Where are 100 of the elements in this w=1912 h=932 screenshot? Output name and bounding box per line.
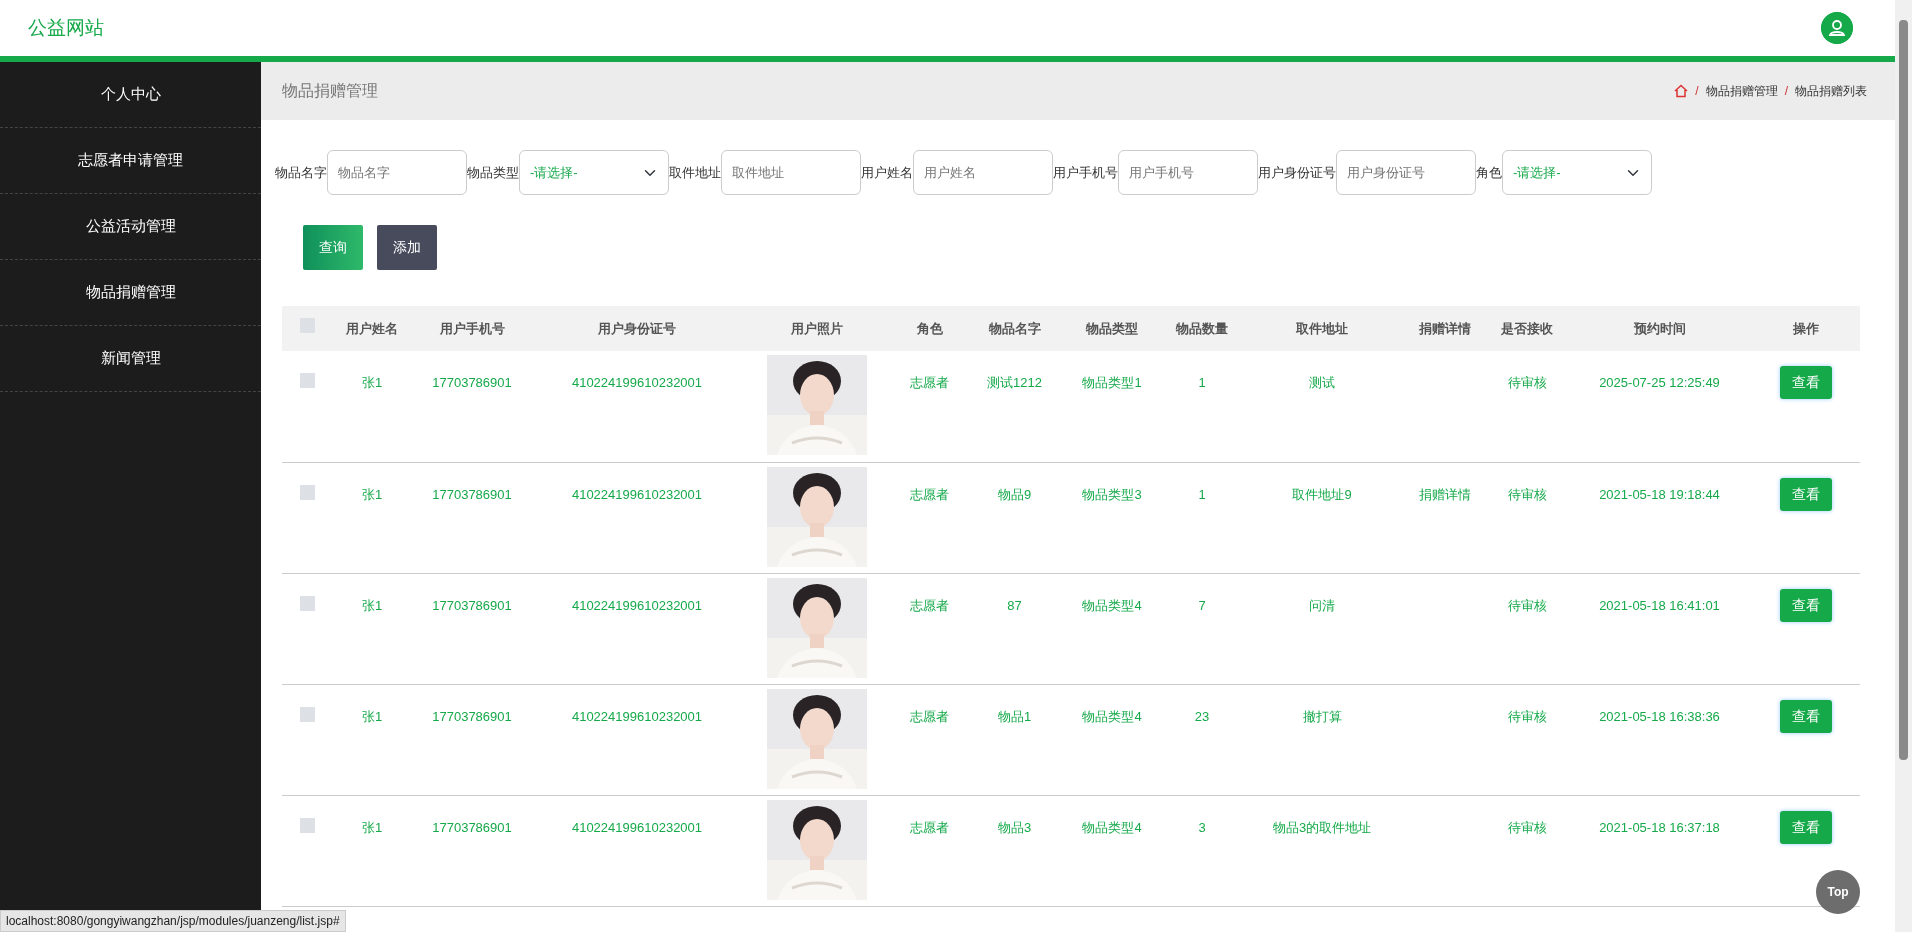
breadcrumb-separator: / — [1695, 83, 1699, 100]
table-cell: 410224199610232001 — [571, 375, 703, 390]
site-brand[interactable]: 公益网站 — [28, 13, 104, 43]
table-cell: 2021-05-18 16:37:18 — [1599, 819, 1720, 835]
input-field[interactable]: 取件地址 — [721, 150, 861, 195]
table-cell: 测试1212 — [987, 375, 1042, 390]
sidebar-item[interactable]: 物品捐赠管理 — [0, 260, 261, 326]
column-header: 物品名字 — [988, 320, 1041, 336]
table-cell: 物品类型4 — [1082, 819, 1142, 835]
table-cell: 取件地址9 — [1292, 486, 1352, 502]
table-cell: 17703786901 — [432, 486, 512, 502]
table-cell: 2021-05-18 16:38:36 — [1599, 708, 1720, 724]
table-cell: 待审核 — [1507, 486, 1547, 502]
column-header: 角色 — [916, 320, 943, 336]
column-header: 取件地址 — [1296, 320, 1348, 336]
column-header: 物品数量 — [1176, 320, 1228, 336]
column-header: 是否接收 — [1501, 320, 1553, 336]
table-cell: 87 — [1007, 597, 1022, 613]
filter-label: 用户身份证号 — [1258, 163, 1336, 182]
table-cell: 2021-05-18 16:41:01 — [1599, 597, 1720, 613]
column-header: 操作 — [1793, 320, 1819, 336]
column-header: 用户手机号 — [439, 320, 505, 336]
view-button[interactable]: 查看 — [1780, 810, 1832, 844]
column-header: 预约时间 — [1633, 320, 1686, 336]
checkbox[interactable] — [299, 595, 315, 611]
table-cell: 2021-05-18 19:18:44 — [1599, 486, 1720, 502]
table-cell: 物品3 — [997, 819, 1032, 835]
filter-label: 物品名字 — [275, 163, 327, 182]
select-field[interactable]: -请选择- — [1502, 150, 1652, 195]
input-field[interactable]: 用户姓名 — [913, 150, 1053, 195]
table-cell: 410224199610232001 — [571, 597, 703, 613]
checkbox[interactable] — [299, 484, 315, 500]
checkbox[interactable] — [299, 373, 315, 388]
table-cell: 物品类型4 — [1082, 597, 1142, 613]
checkbox[interactable] — [299, 817, 315, 833]
search-button[interactable]: 查询 — [303, 225, 363, 270]
table-cell: 17703786901 — [432, 708, 512, 724]
checkbox[interactable] — [299, 706, 315, 722]
table-cell: 张1 — [361, 819, 383, 835]
table-cell: 撤打算 — [1302, 708, 1342, 724]
table-cell: 张1 — [361, 708, 383, 724]
column-header: 用户身份证号 — [598, 320, 676, 336]
table-cell: 物品类型4 — [1082, 708, 1142, 724]
table-cell: 17703786901 — [432, 375, 512, 390]
table-cell: 物品3的取件地址 — [1272, 819, 1372, 835]
table-cell: 测试 — [1309, 375, 1335, 390]
column-header: 用户照片 — [791, 320, 843, 336]
column-header: 用户姓名 — [346, 320, 398, 336]
status-url: localhost:8080/gongyiwangzhan/jsp/modules/juanzeng/list.jsp# — [0, 910, 346, 932]
home-icon[interactable] — [1674, 84, 1689, 98]
page-title: 物品捐赠管理 — [282, 81, 378, 101]
table-cell: 志愿者 — [910, 597, 949, 613]
view-button[interactable]: 查看 — [1780, 477, 1832, 511]
filter-label: 物品类型 — [467, 163, 519, 182]
table-cell: 17703786901 — [432, 597, 512, 613]
view-button[interactable]: 查看 — [1780, 588, 1832, 622]
table-cell: 志愿者 — [910, 708, 949, 724]
table-cell: 2025-07-25 12:25:49 — [1599, 375, 1720, 390]
sidebar-item[interactable]: 公益活动管理 — [0, 194, 261, 260]
sidebar-item[interactable]: 志愿者申请管理 — [0, 128, 261, 194]
table-cell: 志愿者 — [910, 819, 949, 835]
table-cell: 物品类型3 — [1082, 486, 1142, 502]
table-cell: 待审核 — [1507, 819, 1547, 835]
table-cell: 张1 — [361, 375, 383, 390]
table-cell: 410224199610232001 — [571, 708, 703, 724]
select-field[interactable]: -请选择- — [519, 150, 669, 195]
scrollbar[interactable] — [1895, 0, 1912, 932]
table-cell: 志愿者 — [910, 486, 949, 502]
user-icon[interactable] — [1821, 12, 1853, 44]
breadcrumb-item[interactable]: 物品捐赠管理 — [1705, 82, 1778, 100]
filter-label: 用户姓名 — [861, 163, 913, 182]
view-button[interactable]: 查看 — [1780, 366, 1832, 399]
table-cell: 志愿者 — [910, 375, 949, 390]
table-cell: 物品1 — [997, 708, 1032, 724]
column-header: 捐赠详情 — [1418, 320, 1471, 336]
table-cell: 410224199610232001 — [571, 819, 703, 835]
table-cell: 待审核 — [1507, 375, 1547, 390]
table-cell: 张1 — [361, 486, 383, 502]
filter-label: 用户手机号 — [1053, 163, 1118, 182]
table-cell: 物品类型1 — [1082, 375, 1142, 390]
sidebar-item[interactable]: 新闻管理 — [0, 326, 261, 392]
add-button[interactable]: 添加 — [377, 225, 437, 270]
column-header: 物品类型 — [1086, 320, 1138, 336]
table-cell: 待审核 — [1507, 597, 1547, 613]
table-cell: 张1 — [361, 597, 383, 613]
table-cell: 23 — [1194, 708, 1210, 724]
input-field[interactable]: 物品名字 — [327, 150, 467, 195]
breadcrumb-item[interactable]: 物品捐赠列表 — [1795, 82, 1867, 100]
table-cell: 待审核 — [1507, 708, 1547, 724]
table-cell: 7 — [1198, 597, 1206, 613]
view-button[interactable]: 查看 — [1780, 699, 1832, 733]
table-cell: 17703786901 — [432, 819, 512, 835]
table-cell: 物品9 — [997, 486, 1032, 502]
table-cell: 问清 — [1309, 597, 1335, 613]
table-cell: 1 — [1198, 375, 1206, 390]
table-cell: 捐赠详情 — [1418, 486, 1471, 502]
breadcrumb-separator: / — [1784, 83, 1788, 100]
input-field[interactable]: 用户身份证号 — [1336, 150, 1476, 195]
table-cell: 3 — [1198, 819, 1206, 835]
input-field[interactable]: 用户手机号 — [1118, 150, 1258, 195]
